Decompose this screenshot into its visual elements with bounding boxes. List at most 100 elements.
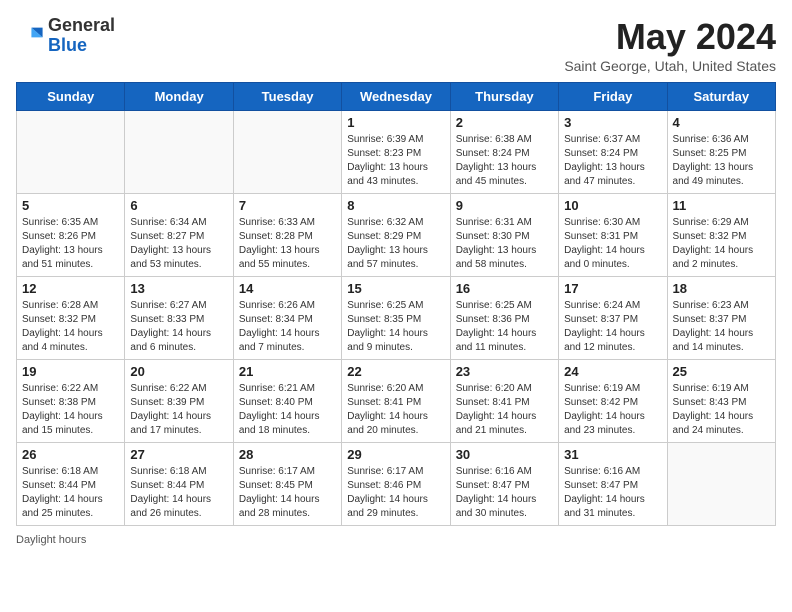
calendar-day-cell: 31Sunrise: 6:16 AM Sunset: 8:47 PM Dayli… — [559, 443, 667, 526]
calendar-header: SundayMondayTuesdayWednesdayThursdayFrid… — [17, 83, 776, 111]
calendar-day-cell: 2Sunrise: 6:38 AM Sunset: 8:24 PM Daylig… — [450, 111, 558, 194]
day-of-week-header: Wednesday — [342, 83, 450, 111]
day-info: Sunrise: 6:17 AM Sunset: 8:46 PM Dayligh… — [347, 465, 444, 521]
day-of-week-header: Tuesday — [233, 83, 341, 111]
day-number: 9 — [456, 198, 553, 213]
day-number: 22 — [347, 364, 444, 379]
day-number: 2 — [456, 115, 553, 130]
day-info: Sunrise: 6:35 AM Sunset: 8:26 PM Dayligh… — [22, 216, 119, 272]
calendar-day-cell: 1 Sunrise: 6:39 AM Sunset: 8:23 PM Daylig… — [342, 111, 450, 194]
calendar-week-row: 12Sunrise: 6:28 AM Sunset: 8:32 PM Dayli… — [17, 277, 776, 360]
day-number: 10 — [564, 198, 661, 213]
day-number: 20 — [130, 364, 227, 379]
month-title: May 2024 — [564, 16, 776, 58]
calendar-day-cell: 6 Sunrise: 6:34 AM Sunset: 8:27 PM Daylig… — [125, 194, 233, 277]
day-of-week-header: Monday — [125, 83, 233, 111]
day-number: 31 — [564, 447, 661, 462]
calendar-day-cell: 21 Sunrise: 6:21 AM Sunset: 8:40 PM Dayli… — [233, 360, 341, 443]
day-number: 7 — [239, 198, 336, 213]
day-info: Sunrise: 6:16 AM Sunset: 8:47 PM Dayligh… — [456, 465, 553, 521]
calendar-day-cell: 22 Sunrise: 6:20 AM Sunset: 8:41 PM Dayli… — [342, 360, 450, 443]
day-number: 19 — [22, 364, 119, 379]
day-info: Sunrise: 6:22 AM Sunset: 8:38 PM Dayligh… — [22, 382, 119, 438]
day-of-week-header: Saturday — [667, 83, 775, 111]
day-number: 3 — [564, 115, 661, 130]
calendar-day-cell: 26Sunrise: 6:18 AM Sunset: 8:44 PM Dayli… — [17, 443, 125, 526]
day-number: 13 — [130, 281, 227, 296]
day-info: Sunrise: 6:22 AM Sunset: 8:39 PM Dayligh… — [130, 382, 227, 438]
day-number: 6 — [130, 198, 227, 213]
calendar-day-cell: 25 Sunrise: 6:19 AM Sunset: 8:43 PM Dayli… — [667, 360, 775, 443]
calendar-day-cell — [125, 111, 233, 194]
calendar-body: 1 Sunrise: 6:39 AM Sunset: 8:23 PM Daylig… — [17, 111, 776, 526]
calendar-week-row: 1 Sunrise: 6:39 AM Sunset: 8:23 PM Daylig… — [17, 111, 776, 194]
calendar-table: SundayMondayTuesdayWednesdayThursdayFrid… — [16, 82, 776, 526]
calendar-day-cell — [667, 443, 775, 526]
logo-icon — [16, 22, 44, 50]
day-of-week-header: Sunday — [17, 83, 125, 111]
day-info: Sunrise: 6:19 AM Sunset: 8:43 PM Dayligh… — [673, 382, 770, 438]
logo-text: General Blue — [48, 16, 115, 56]
calendar-day-cell — [233, 111, 341, 194]
calendar-day-cell: 5 Sunrise: 6:35 AM Sunset: 8:26 PM Daylig… — [17, 194, 125, 277]
day-info: Sunrise: 6:20 AM Sunset: 8:41 PM Dayligh… — [347, 382, 444, 438]
day-info: Sunrise: 6:27 AM Sunset: 8:33 PM Dayligh… — [130, 299, 227, 355]
day-number: 25 — [673, 364, 770, 379]
footer: Daylight hours — [16, 534, 776, 546]
calendar-day-cell: 19 Sunrise: 6:22 AM Sunset: 8:38 PM Dayli… — [17, 360, 125, 443]
day-info: Sunrise: 6:33 AM Sunset: 8:28 PM Dayligh… — [239, 216, 336, 272]
calendar-day-cell — [17, 111, 125, 194]
day-number: 1 — [347, 115, 444, 130]
logo-blue: Blue — [48, 35, 87, 55]
calendar-week-row: 26Sunrise: 6:18 AM Sunset: 8:44 PM Dayli… — [17, 443, 776, 526]
day-info: Sunrise: 6:19 AM Sunset: 8:42 PM Dayligh… — [564, 382, 661, 438]
days-of-week-row: SundayMondayTuesdayWednesdayThursdayFrid… — [17, 83, 776, 111]
day-number: 11 — [673, 198, 770, 213]
calendar-day-cell: 12Sunrise: 6:28 AM Sunset: 8:32 PM Dayli… — [17, 277, 125, 360]
day-info: Sunrise: 6:23 AM Sunset: 8:37 PM Dayligh… — [673, 299, 770, 355]
calendar-week-row: 19 Sunrise: 6:22 AM Sunset: 8:38 PM Dayli… — [17, 360, 776, 443]
day-info: Sunrise: 6:37 AM Sunset: 8:24 PM Dayligh… — [564, 133, 661, 189]
day-info: Sunrise: 6:26 AM Sunset: 8:34 PM Dayligh… — [239, 299, 336, 355]
calendar-day-cell: 20 Sunrise: 6:22 AM Sunset: 8:39 PM Dayli… — [125, 360, 233, 443]
calendar-day-cell: 3 Sunrise: 6:37 AM Sunset: 8:24 PM Daylig… — [559, 111, 667, 194]
day-info: Sunrise: 6:36 AM Sunset: 8:25 PM Dayligh… — [673, 133, 770, 189]
logo-general: General — [48, 15, 115, 35]
day-number: 29 — [347, 447, 444, 462]
day-number: 18 — [673, 281, 770, 296]
calendar-day-cell: 8Sunrise: 6:32 AM Sunset: 8:29 PM Daylig… — [342, 194, 450, 277]
calendar-day-cell: 4 Sunrise: 6:36 AM Sunset: 8:25 PM Daylig… — [667, 111, 775, 194]
day-info: Sunrise: 6:39 AM Sunset: 8:23 PM Dayligh… — [347, 133, 444, 189]
day-number: 21 — [239, 364, 336, 379]
calendar-day-cell: 23Sunrise: 6:20 AM Sunset: 8:41 PM Dayli… — [450, 360, 558, 443]
calendar-week-row: 5 Sunrise: 6:35 AM Sunset: 8:26 PM Daylig… — [17, 194, 776, 277]
day-number: 27 — [130, 447, 227, 462]
day-info: Sunrise: 6:25 AM Sunset: 8:35 PM Dayligh… — [347, 299, 444, 355]
day-info: Sunrise: 6:34 AM Sunset: 8:27 PM Dayligh… — [130, 216, 227, 272]
day-of-week-header: Friday — [559, 83, 667, 111]
page-header: General Blue May 2024 Saint George, Utah… — [16, 16, 776, 74]
day-info: Sunrise: 6:18 AM Sunset: 8:44 PM Dayligh… — [22, 465, 119, 521]
day-number: 17 — [564, 281, 661, 296]
day-number: 30 — [456, 447, 553, 462]
day-info: Sunrise: 6:29 AM Sunset: 8:32 PM Dayligh… — [673, 216, 770, 272]
day-info: Sunrise: 6:24 AM Sunset: 8:37 PM Dayligh… — [564, 299, 661, 355]
day-info: Sunrise: 6:32 AM Sunset: 8:29 PM Dayligh… — [347, 216, 444, 272]
day-info: Sunrise: 6:21 AM Sunset: 8:40 PM Dayligh… — [239, 382, 336, 438]
day-number: 5 — [22, 198, 119, 213]
calendar-day-cell: 18 Sunrise: 6:23 AM Sunset: 8:37 PM Dayli… — [667, 277, 775, 360]
day-info: Sunrise: 6:18 AM Sunset: 8:44 PM Dayligh… — [130, 465, 227, 521]
day-info: Sunrise: 6:30 AM Sunset: 8:31 PM Dayligh… — [564, 216, 661, 272]
day-info: Sunrise: 6:28 AM Sunset: 8:32 PM Dayligh… — [22, 299, 119, 355]
calendar-day-cell: 16Sunrise: 6:25 AM Sunset: 8:36 PM Dayli… — [450, 277, 558, 360]
location: Saint George, Utah, United States — [564, 58, 776, 74]
calendar-day-cell: 29 Sunrise: 6:17 AM Sunset: 8:46 PM Dayli… — [342, 443, 450, 526]
calendar-day-cell: 24Sunrise: 6:19 AM Sunset: 8:42 PM Dayli… — [559, 360, 667, 443]
day-number: 4 — [673, 115, 770, 130]
title-block: May 2024 Saint George, Utah, United Stat… — [564, 16, 776, 74]
calendar-day-cell: 13 Sunrise: 6:27 AM Sunset: 8:33 PM Dayli… — [125, 277, 233, 360]
calendar-day-cell: 27 Sunrise: 6:18 AM Sunset: 8:44 PM Dayli… — [125, 443, 233, 526]
day-info: Sunrise: 6:25 AM Sunset: 8:36 PM Dayligh… — [456, 299, 553, 355]
day-info: Sunrise: 6:17 AM Sunset: 8:45 PM Dayligh… — [239, 465, 336, 521]
day-info: Sunrise: 6:20 AM Sunset: 8:41 PM Dayligh… — [456, 382, 553, 438]
